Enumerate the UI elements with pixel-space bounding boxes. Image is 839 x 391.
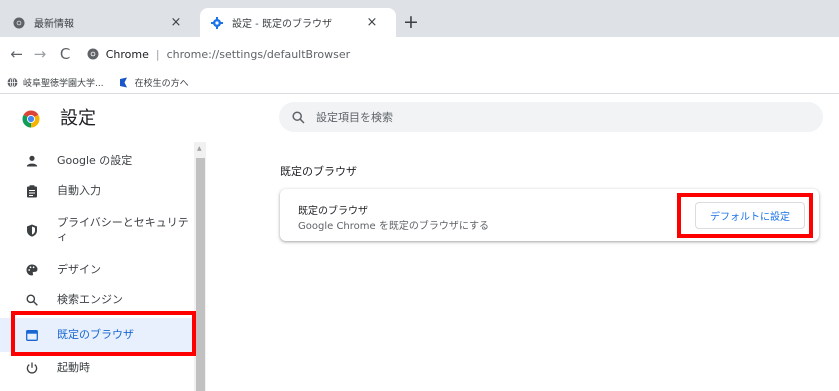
forward-button[interactable]: → <box>29 43 50 65</box>
search-input[interactable] <box>316 110 796 124</box>
highlight-make-default-button <box>677 193 813 238</box>
tab-close-icon[interactable]: × <box>166 15 186 30</box>
bookmark-gifu-shotoku[interactable]: 岐阜聖徳学園大学... <box>6 76 104 89</box>
page-title: 設定 <box>60 108 96 129</box>
tab-strip: 最新情報 × 設定 - 既定のブラウザ × + <box>0 0 839 37</box>
highlight-default-browser-item <box>11 311 196 356</box>
scroll-up-arrow-icon[interactable]: ▲ <box>197 145 202 152</box>
power-icon <box>25 361 39 375</box>
address-bar[interactable]: Chrome | chrome://settings/defaultBrowse… <box>86 41 839 67</box>
card-subtitle: Google Chrome を既定のブラウザにする <box>298 221 489 232</box>
bookmark-favicon-icon <box>118 76 130 88</box>
sidebar-item-label: 検索エンジン <box>57 293 123 306</box>
sidebar-item-autofill[interactable]: 自動入力 <box>0 177 194 205</box>
chrome-logo-icon <box>22 110 40 128</box>
sidebar-item-privacy-security[interactable]: プライバシーとセキュリティ <box>0 210 194 250</box>
shield-icon <box>25 223 39 237</box>
palette-icon <box>25 263 39 277</box>
bookmarks-bar: 岐阜聖徳学園大学... 在校生の方へ <box>0 71 839 93</box>
tab-latest-news[interactable]: 最新情報 × <box>0 8 200 37</box>
sidebar-item-google-settings[interactable]: Google の設定 <box>0 147 194 175</box>
tab-close-icon[interactable]: × <box>362 15 382 30</box>
chrome-icon <box>12 16 26 30</box>
toolbar: ← → C Chrome | chrome://settings/default… <box>0 37 839 71</box>
sidebar-item-search-engine[interactable]: 検索エンジン <box>0 286 194 314</box>
reload-button[interactable]: C <box>55 43 76 65</box>
bookmark-label: 在校生の方へ <box>134 78 189 89</box>
settings-header: 設定 <box>0 94 839 142</box>
sidebar-item-label: 起動時 <box>57 361 90 374</box>
bookmark-current-students[interactable]: 在校生の方へ <box>118 76 189 89</box>
gear-icon <box>210 16 224 30</box>
search-icon <box>292 110 306 124</box>
new-tab-button[interactable]: + <box>401 13 421 33</box>
person-icon <box>25 154 39 168</box>
tab-title: 最新情報 <box>34 19 74 30</box>
sidebar-item-label: Google の設定 <box>57 154 133 167</box>
sidebar-item-label: 自動入力 <box>57 184 101 197</box>
search-icon <box>25 293 39 307</box>
url-separator: | <box>155 47 160 61</box>
chrome-icon <box>86 47 100 61</box>
sidebar-item-label: プライバシーとセキュリティ <box>57 216 189 243</box>
tab-title: 設定 - 既定のブラウザ <box>232 19 332 30</box>
sidebar-scrollbar-thumb[interactable] <box>196 158 205 391</box>
globe-icon <box>6 76 18 88</box>
back-button[interactable]: ← <box>6 43 27 65</box>
sidebar-item-on-startup[interactable]: 起動時 <box>0 354 194 382</box>
tab-settings[interactable]: 設定 - 既定のブラウザ × <box>200 8 396 37</box>
url-text: chrome://settings/defaultBrowser <box>166 47 351 61</box>
clipboard-icon <box>25 184 39 198</box>
sidebar-item-design[interactable]: デザイン <box>0 256 194 284</box>
sidebar-item-label: デザイン <box>57 263 101 276</box>
card-title: 既定のブラウザ <box>298 206 368 217</box>
section-title: 既定のブラウザ <box>280 165 357 178</box>
settings-search[interactable] <box>279 102 823 132</box>
bookmark-label: 岐阜聖徳学園大学... <box>23 78 104 89</box>
site-name: Chrome <box>105 47 149 61</box>
